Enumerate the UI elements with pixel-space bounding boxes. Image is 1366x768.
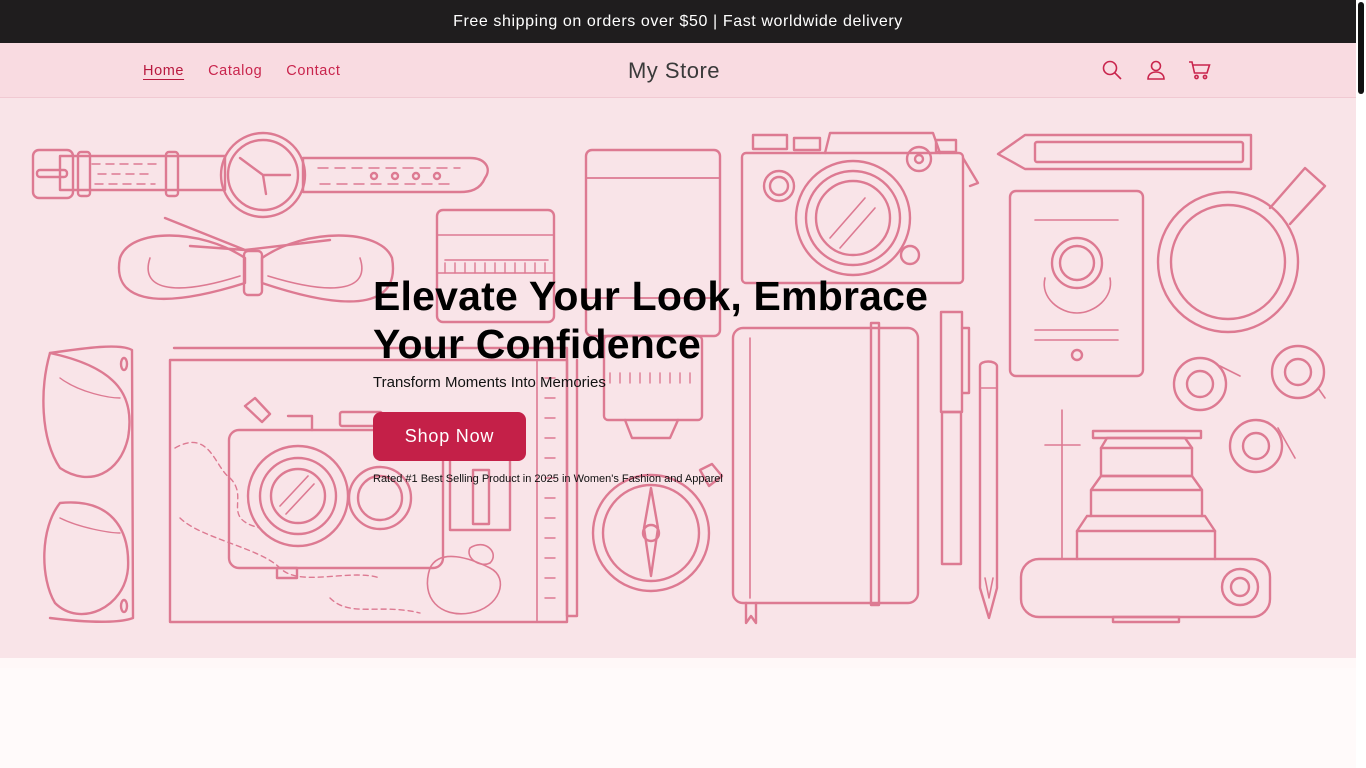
hero-content: Elevate Your Look, Embrace Your Confiden… bbox=[373, 272, 933, 485]
shop-now-button[interactable]: Shop Now bbox=[373, 412, 526, 461]
page-scrollbar[interactable] bbox=[1356, 0, 1366, 768]
hero-subtitle: Transform Moments Into Memories bbox=[373, 374, 606, 391]
nav-catalog[interactable]: Catalog bbox=[208, 63, 262, 79]
scrollbar-thumb[interactable] bbox=[1358, 2, 1364, 94]
announcement-text: Free shipping on orders over $50 | Fast … bbox=[453, 12, 903, 30]
nav-contact[interactable]: Contact bbox=[286, 63, 340, 79]
announcement-bar: Free shipping on orders over $50 | Fast … bbox=[0, 0, 1356, 43]
main-nav: Home Catalog Contact bbox=[143, 43, 340, 98]
hero-title: Elevate Your Look, Embrace Your Confiden… bbox=[373, 273, 929, 367]
header-icons bbox=[1100, 55, 1212, 85]
account-icon[interactable] bbox=[1144, 55, 1168, 85]
store-logo[interactable]: My Store bbox=[628, 58, 720, 84]
hero-rating-note: Rated #1 Best Selling Product in 2025 in… bbox=[373, 473, 723, 485]
search-icon[interactable] bbox=[1100, 55, 1124, 85]
hero-banner: Elevate Your Look, Embrace Your Confiden… bbox=[0, 98, 1356, 658]
below-fold-section bbox=[0, 668, 1356, 768]
cart-icon[interactable] bbox=[1188, 55, 1212, 85]
nav-home[interactable]: Home bbox=[143, 63, 184, 79]
site-header: Home Catalog Contact My Store bbox=[0, 43, 1356, 98]
